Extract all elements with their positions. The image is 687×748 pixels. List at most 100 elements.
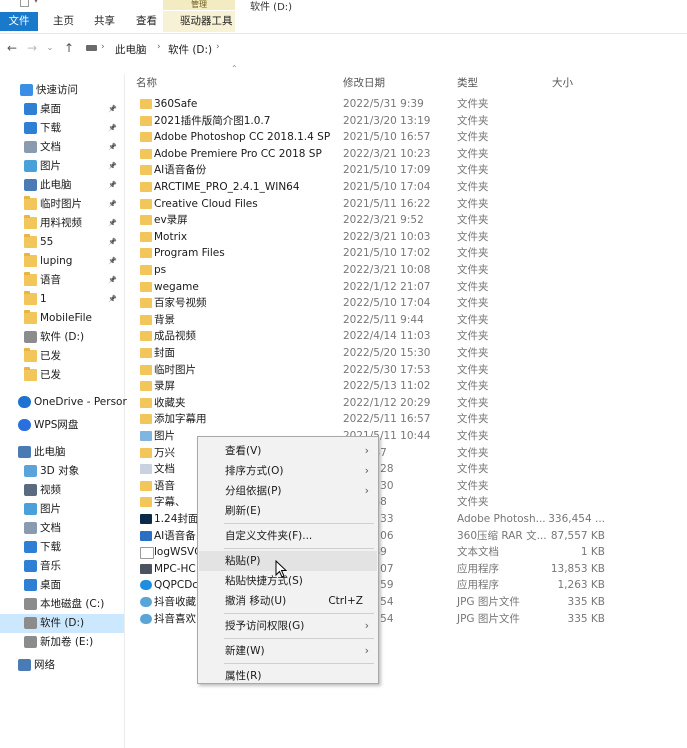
file-row[interactable]: 360Safe 2022/5/31 9:39 文件夹 [135, 96, 605, 113]
breadcrumb-this-pc[interactable]: 此电脑 [115, 42, 147, 57]
file-row[interactable]: 成品视频 2022/4/14 11:03 文件夹 [135, 328, 605, 345]
file-row[interactable]: ps 2022/3/21 10:08 文件夹 [135, 262, 605, 279]
dropdown-icon[interactable]: ▾ [34, 0, 38, 5]
file-date: 2022/5/11 9:44 [343, 313, 424, 326]
sidebar-item[interactable]: 桌面 📌 [0, 100, 124, 119]
back-arrow-icon[interactable]: ← [4, 40, 20, 56]
context-menu-item[interactable]: 粘贴快捷方式(S) [199, 571, 377, 591]
file-row[interactable]: Creative Cloud Files 2021/5/11 16:22 文件夹 [135, 196, 605, 213]
sidebar-item[interactable]: 已发 [0, 366, 124, 385]
file-row[interactable]: AI语音备份 2021/5/10 17:09 文件夹 [135, 162, 605, 179]
sidebar-item[interactable]: OneDrive - Persor [0, 393, 127, 412]
sidebar-item[interactable]: 3D 对象 [0, 462, 124, 481]
context-menu-item[interactable]: 排序方式(O) › [199, 461, 377, 481]
context-menu-item[interactable]: 查看(V) › [199, 441, 377, 461]
sidebar-item[interactable]: 此电脑 📌 [0, 176, 124, 195]
file-row[interactable]: 临时图片 2022/5/30 17:53 文件夹 [135, 362, 605, 379]
sidebar-item[interactable]: 快速访问 [0, 81, 124, 100]
context-menu-item[interactable]: 属性(R) [199, 666, 377, 686]
sidebar-item-label: 已发 [40, 369, 61, 381]
folder-icon [140, 364, 152, 375]
sidebar-item[interactable]: 已发 [0, 347, 124, 366]
file-name: ps [154, 264, 167, 276]
sidebar-item[interactable]: luping 📌 [0, 252, 124, 271]
sidebar-item[interactable]: WPS网盘 [0, 416, 124, 435]
sidebar-item[interactable]: 网络 [0, 656, 124, 675]
context-menu-item[interactable]: 分组依据(P) › [199, 481, 377, 501]
sidebar-item[interactable]: 下载 📌 [0, 119, 124, 138]
sidebar-item[interactable]: 1 📌 [0, 290, 124, 309]
context-menu-item[interactable]: 授予访问权限(G) › [199, 616, 377, 636]
sidebar-item-label: 语音 [40, 274, 61, 286]
file-name: 抖音收藏 [154, 596, 196, 608]
context-menu-item[interactable]: 刷新(E) [199, 501, 377, 521]
cloud-icon [18, 396, 31, 408]
column-header-type[interactable]: 类型 [457, 74, 478, 92]
file-row[interactable]: 添加字幕用 2022/5/11 16:57 文件夹 [135, 411, 605, 428]
forward-arrow-icon[interactable]: → [24, 40, 40, 56]
file-type: 360压缩 RAR 文... [457, 529, 547, 542]
sidebar-item[interactable]: 图片 [0, 500, 124, 519]
file-row[interactable]: Program Files 2021/5/10 17:02 文件夹 [135, 245, 605, 262]
column-header-name[interactable]: 名称 [136, 74, 157, 92]
sidebar-item[interactable]: 用料视频 📌 [0, 214, 124, 233]
sidebar-item[interactable]: 55 📌 [0, 233, 124, 252]
tab-home[interactable]: 主页 [44, 12, 83, 31]
recent-chevron-icon[interactable]: ⌄ [42, 40, 58, 56]
sidebar-item[interactable]: 文档 📌 [0, 138, 124, 157]
file-row[interactable]: 2021插件版简介图1.0.7 2021/3/20 13:19 文件夹 [135, 113, 605, 130]
file-row[interactable]: 百家号视频 2022/5/10 17:04 文件夹 [135, 295, 605, 312]
context-menu-item[interactable]: 新建(W) › [199, 641, 377, 661]
file-row[interactable]: Motrix 2022/3/21 10:03 文件夹 [135, 229, 605, 246]
folder-icon [140, 231, 152, 242]
file-row[interactable]: Adobe Photoshop CC 2018.1.4 SP 2021/5/10 … [135, 129, 605, 146]
sidebar-item[interactable]: 文档 [0, 519, 124, 538]
sidebar-item[interactable]: MobileFile [0, 309, 124, 328]
file-row[interactable]: wegame 2022/1/12 21:07 文件夹 [135, 279, 605, 296]
sidebar-item[interactable]: 本地磁盘 (C:) [0, 595, 124, 614]
folder-icon [140, 314, 152, 325]
sidebar-item[interactable]: 软件 (D:) [0, 328, 124, 347]
tab-view[interactable]: 查看 [127, 12, 166, 31]
file-row[interactable]: 封面 2022/5/20 15:30 文件夹 [135, 345, 605, 362]
sidebar-item[interactable]: 临时图片 📌 [0, 195, 124, 214]
context-menu-item-label: 粘贴快捷方式(S) [225, 575, 303, 587]
file-type: 应用程序 [457, 579, 499, 592]
file-date: 2021/5/10 16:57 [343, 131, 431, 144]
sidebar-item[interactable]: 软件 (D:) [0, 614, 124, 633]
context-menu-item[interactable]: 粘贴(P) [199, 551, 377, 571]
context-menu-item[interactable]: 撤消 移动(U) Ctrl+Z [199, 591, 377, 611]
file-size: 1,263 KB [557, 579, 606, 592]
breadcrumb-drive-d[interactable]: 软件 (D:) [168, 42, 212, 57]
sidebar-item[interactable]: 图片 📌 [0, 157, 124, 176]
tab-drive-tools[interactable]: 驱动器工具 [171, 12, 242, 31]
sidebar-item[interactable]: 此电脑 [0, 443, 124, 462]
file-row[interactable]: 收藏夹 2022/1/12 20:29 文件夹 [135, 395, 605, 412]
file-type: 文件夹 [457, 214, 489, 227]
file-row[interactable]: 录屏 2022/5/13 11:02 文件夹 [135, 378, 605, 395]
column-header-size[interactable]: 大小 [552, 74, 573, 92]
sidebar-item-label: 视频 [40, 484, 61, 496]
sidebar-item[interactable]: 下载 [0, 538, 124, 557]
sidebar-item[interactable]: 音乐 [0, 557, 124, 576]
sidebar-item[interactable]: 视频 [0, 481, 124, 500]
folder-icon [140, 447, 152, 458]
file-row[interactable]: 背景 2022/5/11 9:44 文件夹 [135, 312, 605, 329]
folder-icon [140, 497, 152, 508]
file-row[interactable]: ARCTIME_PRO_2.4.1_WIN64 2021/5/10 17:04 文件… [135, 179, 605, 196]
address-bar[interactable]: › 此电脑 › 软件 (D:) › [80, 37, 680, 59]
menu-separator [224, 638, 374, 639]
sidebar-item[interactable]: 新加卷 (E:) [0, 633, 124, 652]
file-date: 2022/1/12 20:29 [343, 396, 431, 409]
up-arrow-icon[interactable]: ↑ [61, 40, 77, 56]
column-header-date[interactable]: 修改日期 [343, 74, 385, 92]
context-menu-item[interactable]: 自定义文件夹(F)... [199, 526, 377, 546]
file-date: 2022/3/21 10:23 [343, 147, 431, 160]
file-row[interactable]: Adobe Premiere Pro CC 2018 SP 2022/3/21 1… [135, 146, 605, 163]
checkbox-icon[interactable] [20, 0, 29, 7]
tab-share[interactable]: 共享 [85, 12, 124, 31]
sidebar-item[interactable]: 语音 📌 [0, 271, 124, 290]
tab-file[interactable]: 文件 [0, 12, 38, 31]
sidebar-item[interactable]: 桌面 [0, 576, 124, 595]
file-row[interactable]: ev录屏 2022/3/21 9:52 文件夹 [135, 212, 605, 229]
